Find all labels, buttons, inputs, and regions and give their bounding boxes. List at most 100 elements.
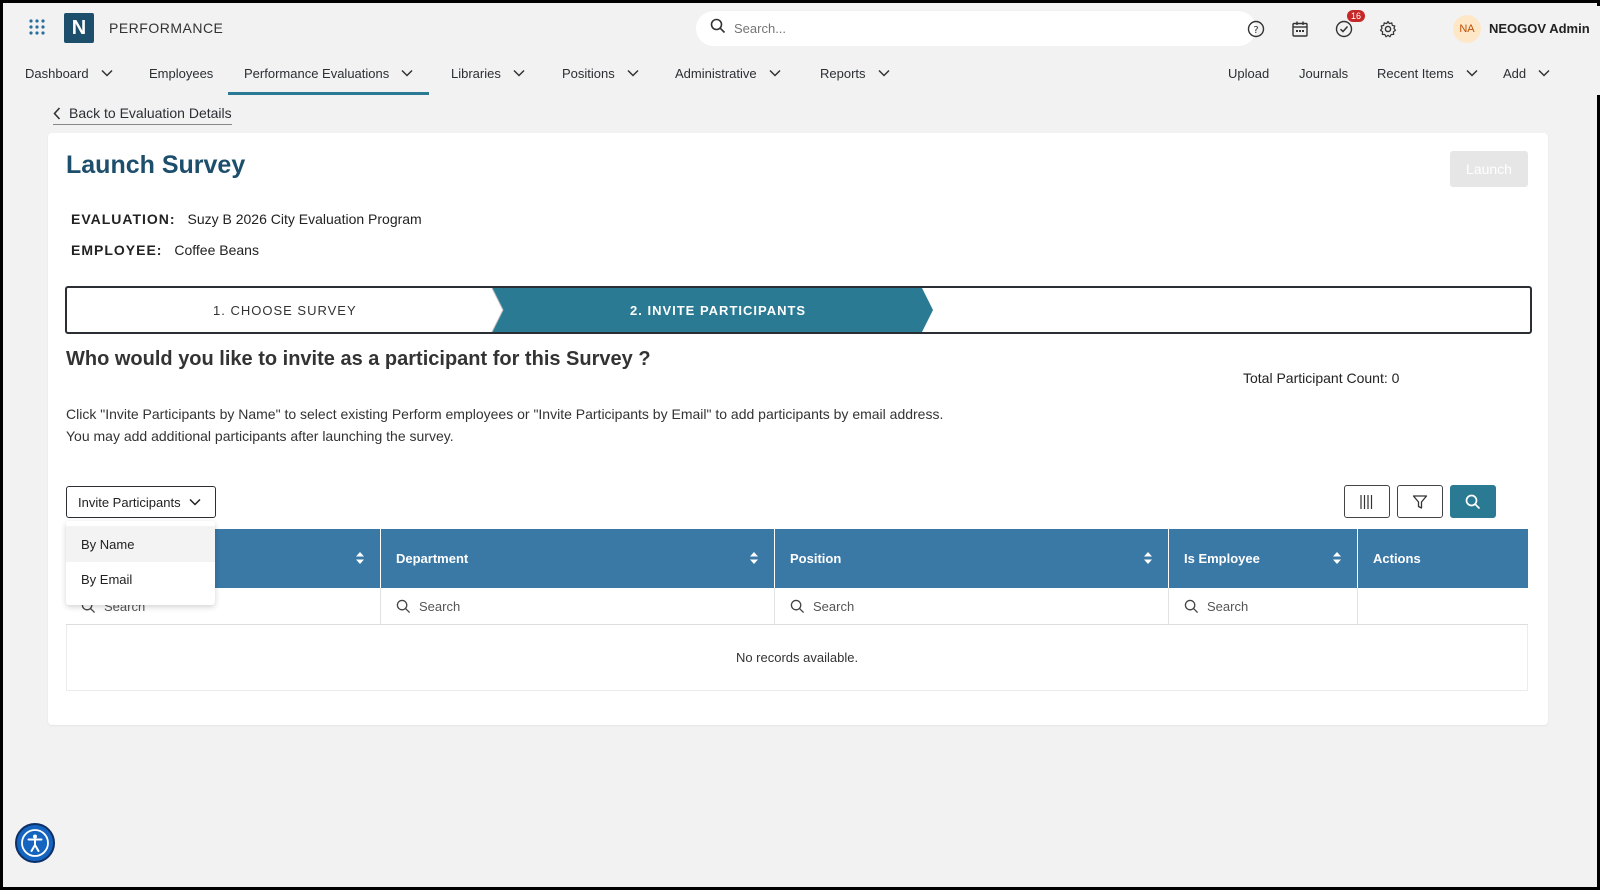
invite-participants-menu: By Name By Email <box>66 521 215 605</box>
column-header-label: Is Employee <box>1184 551 1260 566</box>
employee-row: EMPLOYEE: Coffee Beans <box>71 242 259 258</box>
employee-value: Coffee Beans <box>174 242 259 258</box>
table-header: Department Position Is Employee Actions <box>66 529 1528 588</box>
filter-cell-is-employee <box>1169 588 1358 625</box>
nav-item-label: Reports <box>820 65 866 81</box>
nav-item-add[interactable]: Add <box>1503 51 1550 95</box>
nav-item-label: Positions <box>562 65 615 81</box>
survey-stepper: 1. CHOOSE SURVEY 2. INVITE PARTICIPANTS <box>65 286 1532 334</box>
filter-input-position[interactable] <box>813 599 1013 614</box>
help-icon[interactable]: ? <box>1245 18 1267 40</box>
column-header-label: Actions <box>1373 551 1421 566</box>
search-icon <box>1465 494 1481 509</box>
global-search-input[interactable] <box>734 21 1214 36</box>
instruction-line: You may add additional participants afte… <box>66 428 454 444</box>
chevron-down-icon <box>101 69 113 77</box>
accessibility-button[interactable] <box>15 823 55 863</box>
nav-item-administrative[interactable]: Administrative <box>675 51 781 95</box>
nav-item-upload[interactable]: Upload <box>1228 51 1269 95</box>
chevron-down-icon <box>401 69 413 77</box>
user-name[interactable]: NEOGOV Admin <box>1489 21 1590 36</box>
column-header-label: Position <box>790 551 842 566</box>
column-header-position[interactable]: Position <box>775 529 1169 588</box>
global-search[interactable] <box>696 11 1256 46</box>
sort-icon[interactable] <box>750 552 758 564</box>
sort-icon[interactable] <box>356 552 364 564</box>
chevron-down-icon <box>513 69 525 77</box>
step-invite-participants[interactable]: 2. INVITE PARTICIPANTS <box>630 303 806 318</box>
nav-item-label: Dashboard <box>25 65 89 81</box>
filter-icon <box>1412 494 1428 509</box>
column-header-label: Department <box>396 551 469 566</box>
nav-item-employees[interactable]: Employees <box>149 51 213 95</box>
main-nav: Dashboard Employees Performance Evaluati… <box>6 51 1600 95</box>
menu-item-by-name[interactable]: By Name <box>66 526 215 562</box>
nav-item-label: Employees <box>149 65 214 81</box>
filter-cell-department <box>381 588 775 625</box>
evaluation-value: Suzy B 2026 City Evaluation Program <box>187 211 422 227</box>
table-filter-row <box>66 588 1528 625</box>
nav-item-label: Recent Items <box>1377 65 1454 81</box>
nav-item-libraries[interactable]: Libraries <box>451 51 525 95</box>
filter-cell-position <box>775 588 1169 625</box>
sort-icon[interactable] <box>1333 552 1341 564</box>
check-circle-icon[interactable]: 16 <box>1333 10 1366 40</box>
sort-icon[interactable] <box>1144 552 1152 564</box>
total-participant-count: Total Participant Count: 0 <box>1243 370 1400 386</box>
column-header-actions: Actions <box>1358 529 1528 588</box>
column-header-department[interactable]: Department <box>381 529 775 588</box>
top-bar: N PERFORMANCE ? 16 NA NEOGOV Admin <box>6 6 1600 51</box>
nav-item-reports[interactable]: Reports <box>820 51 890 95</box>
nav-item-recent-items[interactable]: Recent Items <box>1377 51 1478 95</box>
accessibility-icon <box>21 829 49 857</box>
invite-participants-button[interactable]: Invite Participants <box>66 486 216 518</box>
app-logo[interactable]: N <box>64 13 94 43</box>
svg-text:?: ? <box>1253 25 1258 36</box>
chevron-down-icon <box>189 498 201 506</box>
instruction-line: Click "Invite Participants by Name" to s… <box>66 406 944 422</box>
notification-badge: 16 <box>1347 10 1366 22</box>
column-header-is-employee[interactable]: Is Employee <box>1169 529 1358 588</box>
chevron-down-icon <box>1466 69 1478 77</box>
search-button[interactable] <box>1450 485 1496 518</box>
nav-item-positions[interactable]: Positions <box>562 51 639 95</box>
search-icon <box>396 599 411 614</box>
filter-input-is-employee[interactable] <box>1207 599 1347 614</box>
empty-state-text: No records available. <box>735 650 859 665</box>
invite-question: Who would you like to invite as a partic… <box>66 348 651 370</box>
employee-label: EMPLOYEE: <box>71 242 163 258</box>
menu-item-by-email[interactable]: By Email <box>66 561 215 597</box>
chevron-down-icon <box>627 69 639 77</box>
nav-item-dashboard[interactable]: Dashboard <box>25 51 113 95</box>
evaluation-row: EVALUATION: Suzy B 2026 City Evaluation … <box>71 211 422 227</box>
avatar[interactable]: NA <box>1453 15 1481 43</box>
invite-participants-label: Invite Participants <box>78 494 181 510</box>
chevron-down-icon <box>878 69 890 77</box>
nav-item-label: Administrative <box>675 65 757 81</box>
chevron-down-icon <box>769 69 781 77</box>
calendar-icon[interactable] <box>1289 18 1311 40</box>
columns-icon <box>1360 494 1373 509</box>
columns-button[interactable] <box>1344 485 1390 518</box>
chevron-left-icon <box>53 106 61 120</box>
search-icon <box>790 599 805 614</box>
filter-button[interactable] <box>1397 485 1443 518</box>
launch-button[interactable]: Launch <box>1450 151 1528 187</box>
apps-grid-icon[interactable] <box>28 18 46 36</box>
evaluation-label: EVALUATION: <box>71 211 176 227</box>
search-icon <box>710 18 726 39</box>
chevron-down-icon <box>1538 69 1550 77</box>
filter-input-department[interactable] <box>419 599 619 614</box>
table-body: No records available. <box>66 625 1528 691</box>
back-to-evaluation-link[interactable]: Back to Evaluation Details <box>53 105 232 125</box>
app-window: N PERFORMANCE ? 16 NA NEOGOV Admin Dashb… <box>0 0 1600 890</box>
gear-icon[interactable] <box>1377 18 1399 40</box>
search-icon <box>1184 599 1199 614</box>
nav-item-label: Add <box>1503 65 1527 81</box>
nav-item-journals[interactable]: Journals <box>1299 51 1348 95</box>
step-choose-survey[interactable]: 1. CHOOSE SURVEY <box>213 303 357 318</box>
back-link-label: Back to Evaluation Details <box>69 105 232 121</box>
nav-item-label: Performance Evaluations <box>244 65 390 81</box>
nav-item-performance-evaluations[interactable]: Performance Evaluations <box>227 51 430 95</box>
invite-instructions: Click "Invite Participants by Name" to s… <box>66 403 943 447</box>
